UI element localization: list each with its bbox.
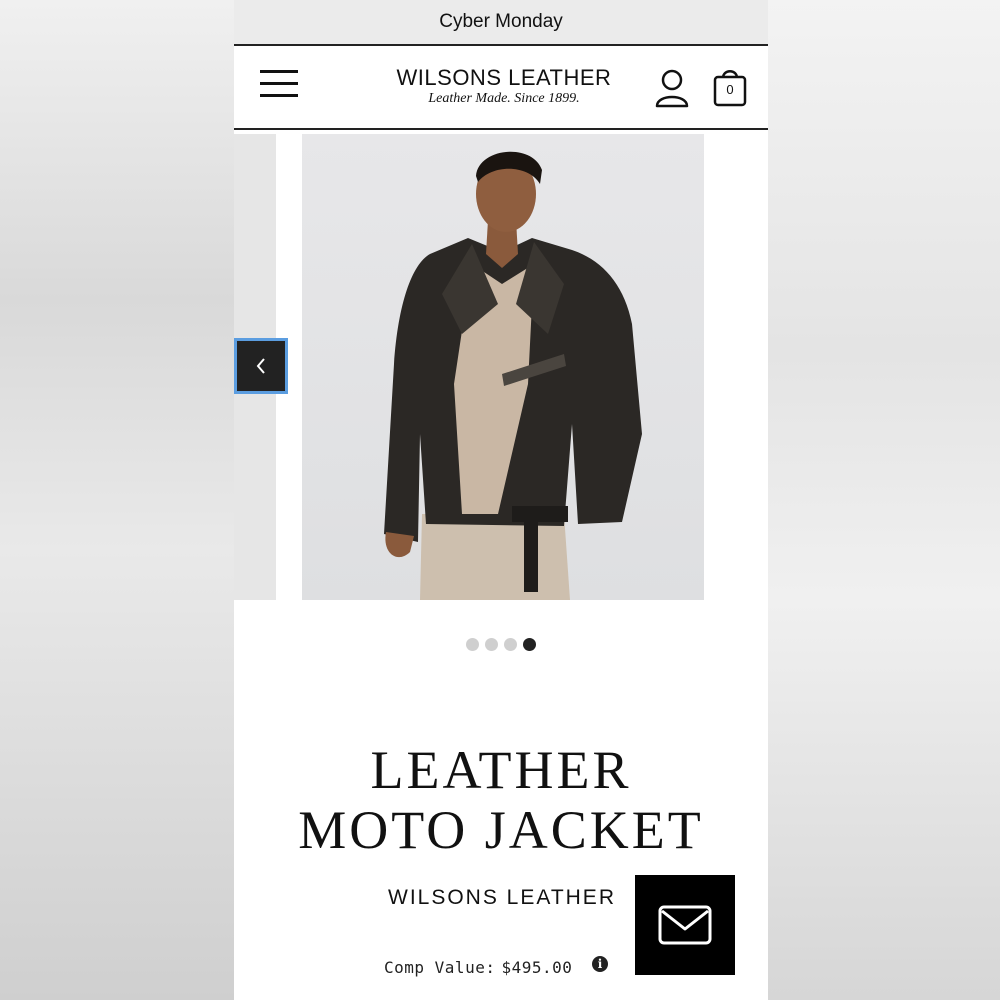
background-right — [768, 0, 1000, 1000]
logo-tagline: Leather Made. Since 1899. — [428, 91, 580, 106]
logo-wordmark: WILSONS LEATHER — [396, 65, 612, 90]
product-title: LEATHER MOTO JACKET — [234, 740, 768, 860]
carousel-dot-1[interactable] — [466, 638, 479, 651]
product-image[interactable] — [302, 134, 704, 600]
carousel-dot-2[interactable] — [485, 638, 498, 651]
hamburger-icon[interactable] — [260, 70, 298, 98]
comp-value-label: Comp Value: — [384, 958, 496, 977]
carousel-pagination — [234, 638, 768, 656]
product-brand[interactable]: WILSONS LEATHER — [384, 886, 620, 910]
jacket-photo — [384, 151, 642, 600]
cart-count: 0 — [726, 82, 734, 97]
shopping-bag-icon[interactable]: 0 — [712, 66, 752, 108]
promo-banner[interactable]: Cyber Monday — [234, 0, 768, 46]
site-logo[interactable]: WILSONS LEATHER Leather Made. Since 1899… — [394, 66, 614, 108]
info-icon[interactable]: i — [592, 956, 608, 972]
mobile-page: Cyber Monday WILSONS LEATHER Leather Mad… — [234, 0, 768, 1000]
product-title-line-1: LEATHER — [370, 740, 632, 800]
comp-value-price: $495.00 — [501, 958, 573, 977]
site-header: WILSONS LEATHER Leather Made. Since 1899… — [234, 46, 768, 130]
product-image-carousel[interactable] — [234, 134, 768, 604]
carousel-dot-4[interactable] — [523, 638, 536, 651]
background-left — [0, 0, 234, 1000]
chevron-left-icon[interactable] — [234, 338, 288, 394]
envelope-icon[interactable] — [635, 875, 735, 975]
promo-text: Cyber Monday — [439, 11, 563, 32]
product-title-line-2: MOTO JACKET — [298, 800, 704, 860]
carousel-dot-3[interactable] — [504, 638, 517, 651]
user-icon[interactable] — [654, 68, 694, 108]
